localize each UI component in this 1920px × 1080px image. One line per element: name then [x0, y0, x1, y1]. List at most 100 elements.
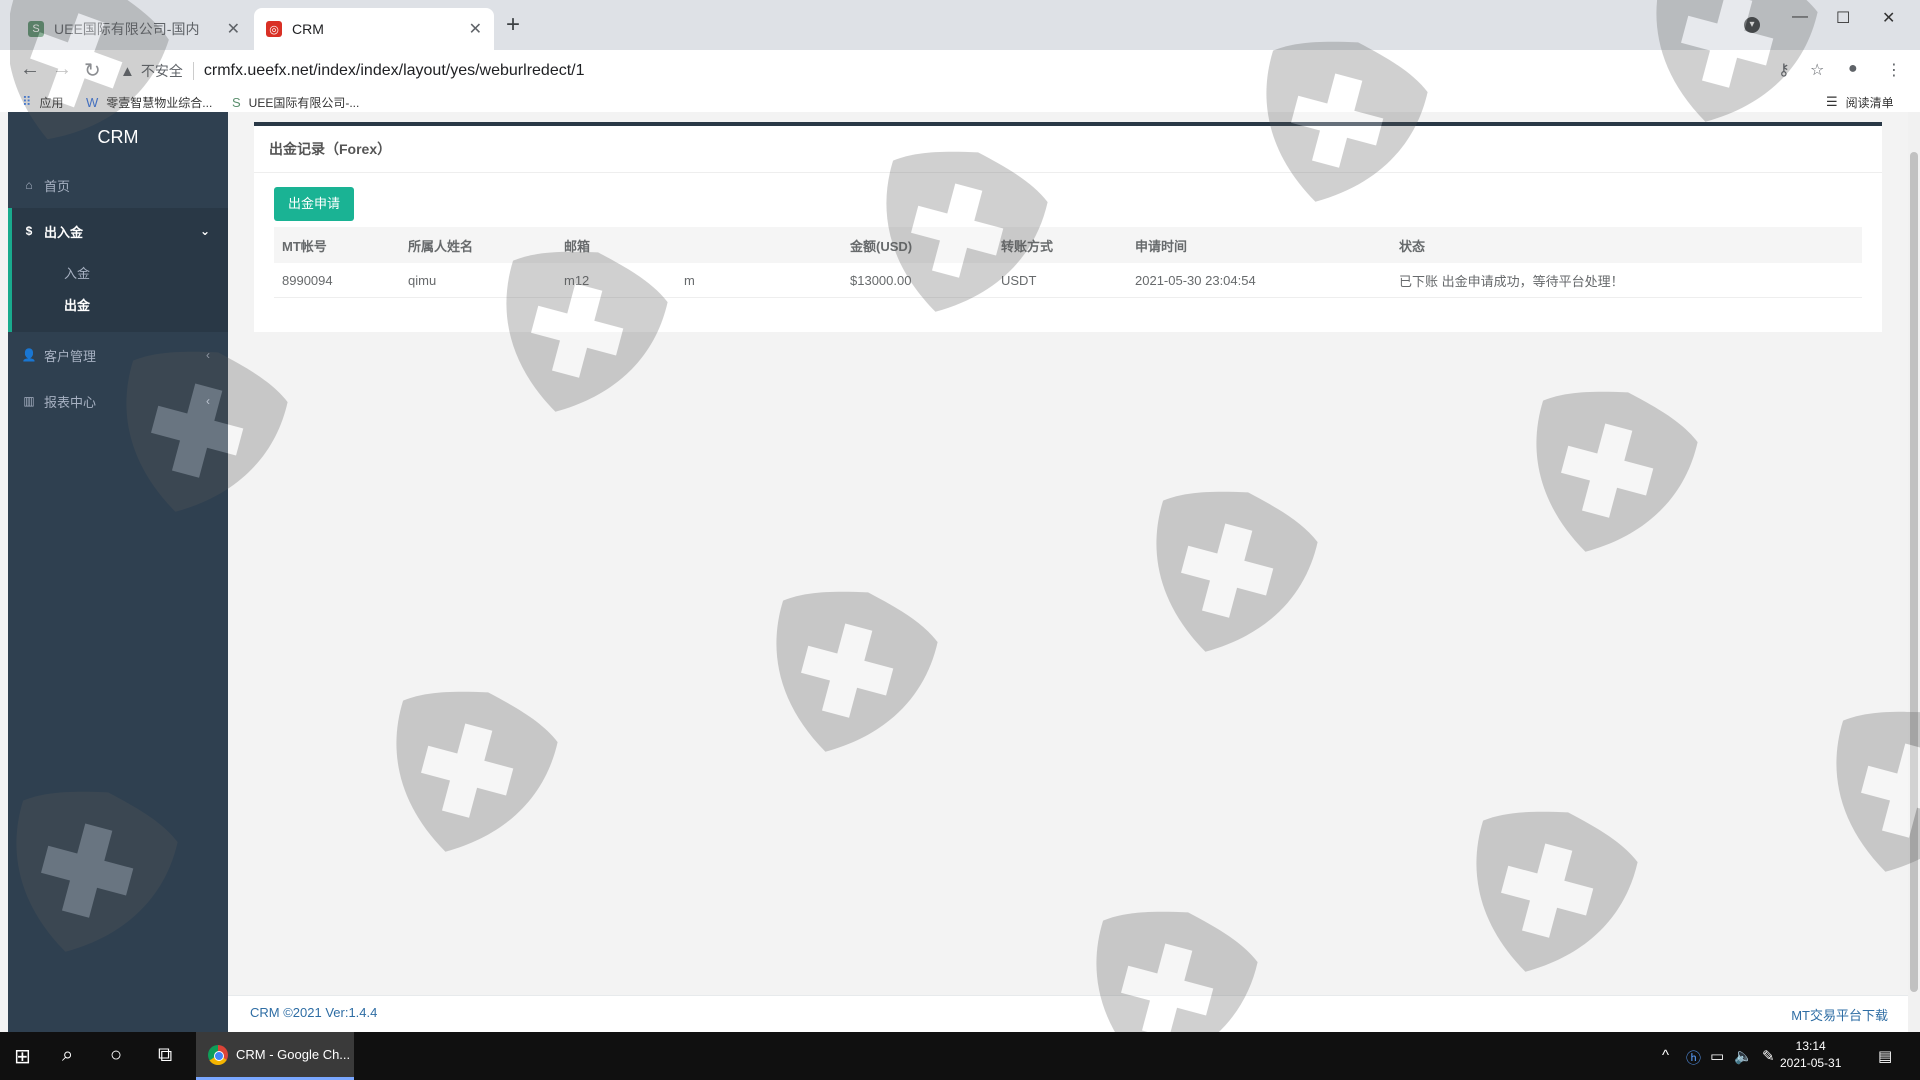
withdraw-table: MT帐号 所属人姓名 邮箱 金额(USD) 转账方式 申请时间 状态 89900… — [274, 227, 1862, 298]
tab-label: CRM — [292, 21, 324, 37]
system-clock[interactable]: 13:14 2021-05-31 — [1780, 1038, 1841, 1072]
col-mt-account: MT帐号 — [274, 227, 400, 263]
chevron-left-icon: ‹ — [206, 394, 210, 408]
cortana-icon[interactable]: ○ — [110, 1044, 122, 1067]
col-owner-name: 所属人姓名 — [400, 227, 556, 263]
address-bar[interactable]: ▲ 不安全 crmfx.ueefx.net/index/index/layout… — [120, 56, 1760, 86]
tab-crm[interactable]: ◎ CRM ✕ — [254, 8, 494, 50]
panel-content: 出金申请 MT帐号 所属人姓名 邮箱 金额(USD) 转账方式 申请时间 状态 … — [254, 173, 1882, 298]
sidebar-item-label: 首页 — [44, 178, 71, 194]
crm-favicon-icon: ◎ — [266, 21, 282, 37]
new-tab-button[interactable]: + — [506, 12, 520, 38]
tab-uee[interactable]: S UEE国际有限公司-国内 ✕ — [16, 8, 252, 50]
cell-status: 已下账 出金申请成功，等待平台处理！ — [1391, 263, 1862, 298]
chevron-left-icon: ‹ — [206, 348, 210, 362]
bookmark-label: UEE国际有限公司-... — [248, 95, 360, 110]
reading-list-icon: ☰ — [1826, 94, 1838, 109]
network-icon[interactable]: ▭ — [1710, 1047, 1724, 1065]
sidebar-item-home[interactable]: ⌂ 首页 — [8, 162, 228, 208]
search-icon[interactable]: ⌕ — [62, 1044, 73, 1067]
sidebar-item-label: 出入金 — [44, 224, 84, 240]
cell-email-cont: m — [676, 263, 842, 298]
hp-icon[interactable]: ⓗ — [1686, 1047, 1701, 1068]
bookmark-apps[interactable]: ⠿ 应用 — [22, 92, 64, 112]
url-text[interactable]: crmfx.ueefx.net/index/index/layout/yes/w… — [204, 62, 585, 80]
crm-app: CRM ⌂ 首页 $ 出入金 ⌄ 入金 出金 👤 客户管理 ‹ ▥ 报表中心 ‹… — [8, 112, 1912, 1032]
apply-withdraw-button[interactable]: 出金申请 — [274, 187, 355, 221]
tab-search-icon[interactable]: ▾ — [1744, 17, 1760, 33]
notification-icon[interactable]: ▤ — [1878, 1047, 1892, 1065]
sidebar-item-withdraw[interactable]: 出金 — [12, 290, 228, 322]
cell-amount: $13000.00 — [842, 263, 993, 298]
table-row: 8990094 qimu m12 m $13000.00 USDT 2021-0… — [274, 263, 1862, 298]
sidebar-item-reports[interactable]: ▥ 报表中心 ‹ — [8, 378, 228, 424]
sidebar-item-funds[interactable]: $ 出入金 ⌄ — [8, 208, 228, 254]
cell-owner-name: qimu — [400, 263, 556, 298]
menu-icon[interactable]: ⋮ — [1886, 60, 1902, 80]
user-icon: 👤 — [21, 348, 37, 362]
reading-list-label: 阅读清单 — [1845, 95, 1894, 110]
taskbar-app-label: CRM - Google Ch... — [236, 1047, 351, 1062]
forward-icon[interactable]: → — [52, 58, 72, 81]
tab-bar: S UEE国际有限公司-国内 ✕ ◎ CRM ✕ + ▾ — ☐ ✕ — [0, 0, 1920, 50]
tab-label: UEE国际有限公司-国内 — [54, 21, 200, 37]
star-icon[interactable]: ☆ — [1810, 60, 1824, 80]
cell-mt-account: 8990094 — [274, 263, 400, 298]
pen-icon[interactable]: ✎ — [1762, 1047, 1775, 1065]
col-transfer-method: 转账方式 — [993, 227, 1127, 263]
back-icon[interactable]: ← — [20, 58, 40, 81]
footer: CRM ©2021 Ver:1.4.4 MT交易平台下载 — [228, 995, 1912, 1032]
copyright-text: CRM ©2021 Ver:1.4.4 — [250, 1005, 378, 1020]
browser-window: S UEE国际有限公司-国内 ✕ ◎ CRM ✕ + ▾ — ☐ ✕ ← → ↻… — [0, 0, 1920, 1032]
maximize-icon[interactable]: ☐ — [1836, 8, 1850, 28]
col-email: 邮箱 — [556, 227, 676, 263]
windows-start-icon[interactable]: ⊞ — [14, 1044, 31, 1069]
dollar-icon: $ — [25, 224, 33, 238]
mt-download-link[interactable]: MT交易平台下载 — [1791, 1005, 1888, 1024]
cell-email: m12 — [556, 263, 676, 298]
reload-icon[interactable]: ↻ — [84, 58, 101, 83]
clock-date: 2021-05-31 — [1780, 1056, 1842, 1070]
volume-icon[interactable]: 🔈 — [1734, 1047, 1753, 1065]
bookmark-label: 应用 — [39, 95, 64, 110]
sidebar-item-deposit[interactable]: 入金 — [12, 258, 228, 290]
bookmark-uee[interactable]: S UEE国际有限公司-... — [232, 92, 359, 112]
withdraw-records-panel: 出金记录（Forex） 出金申请 MT帐号 所属人姓名 邮箱 金额(USD) 转… — [254, 122, 1882, 332]
security-label[interactable]: 不安全 — [141, 61, 183, 81]
sidebar-item-label: 报表中心 — [44, 394, 97, 410]
main-content: 出金记录（Forex） 出金申请 MT帐号 所属人姓名 邮箱 金额(USD) 转… — [228, 112, 1912, 1032]
task-view-icon[interactable]: ⧉ — [158, 1044, 172, 1067]
chevron-down-icon: ⌄ — [199, 224, 210, 238]
sidebar: CRM ⌂ 首页 $ 出入金 ⌄ 入金 出金 👤 客户管理 ‹ ▥ 报表中心 ‹ — [8, 112, 228, 1032]
reading-list[interactable]: ☰ 阅读清单 — [1826, 92, 1894, 112]
account-icon[interactable]: ● — [1848, 60, 1858, 78]
sidebar-item-label: 客户管理 — [44, 348, 97, 364]
funds-submenu: 入金 出金 — [8, 254, 228, 332]
sidebar-item-customers[interactable]: 👤 客户管理 ‹ — [8, 332, 228, 378]
bookmark-property[interactable]: W 零壹智慧物业综合... — [86, 92, 212, 112]
chrome-icon — [208, 1044, 228, 1065]
close-window-icon[interactable]: ✕ — [1882, 8, 1895, 28]
bookmarks-bar: ⠿ 应用 W 零壹智慧物业综合... S UEE国际有限公司-... ☰ 阅读清… — [0, 92, 1920, 112]
w-logo-icon: W — [86, 94, 99, 110]
minimize-icon[interactable]: — — [1792, 8, 1808, 26]
divider — [192, 62, 194, 80]
uee-logo-icon: S — [232, 94, 241, 110]
col-amount: 金额(USD) — [842, 227, 993, 263]
taskbar-chrome-app[interactable]: CRM - Google Ch... — [196, 1032, 354, 1080]
uee-favicon-icon: S — [28, 21, 44, 37]
clock-time: 13:14 — [1795, 1039, 1826, 1053]
home-icon: ⌂ — [25, 178, 33, 192]
key-icon[interactable]: ⚷ — [1778, 60, 1790, 80]
brand-logo[interactable]: CRM — [8, 112, 228, 162]
bar-chart-icon: ▥ — [23, 394, 35, 408]
bookmark-label: 零壹智慧物业综合... — [106, 95, 213, 110]
tray-chevron-up-icon[interactable]: ^ — [1662, 1047, 1669, 1064]
close-tab-icon[interactable]: ✕ — [227, 19, 240, 39]
windows-taskbar: ⊞ ⌕ ○ ⧉ CRM - Google Ch... ^ ⓗ ▭ 🔈 ✎ 13:… — [0, 1032, 1920, 1080]
close-tab-icon[interactable]: ✕ — [469, 19, 482, 39]
cell-transfer-method: USDT — [993, 263, 1127, 298]
scrollbar-thumb[interactable] — [1910, 152, 1918, 992]
vertical-scrollbar[interactable] — [1908, 112, 1920, 1032]
warning-icon: ▲ — [120, 62, 135, 80]
